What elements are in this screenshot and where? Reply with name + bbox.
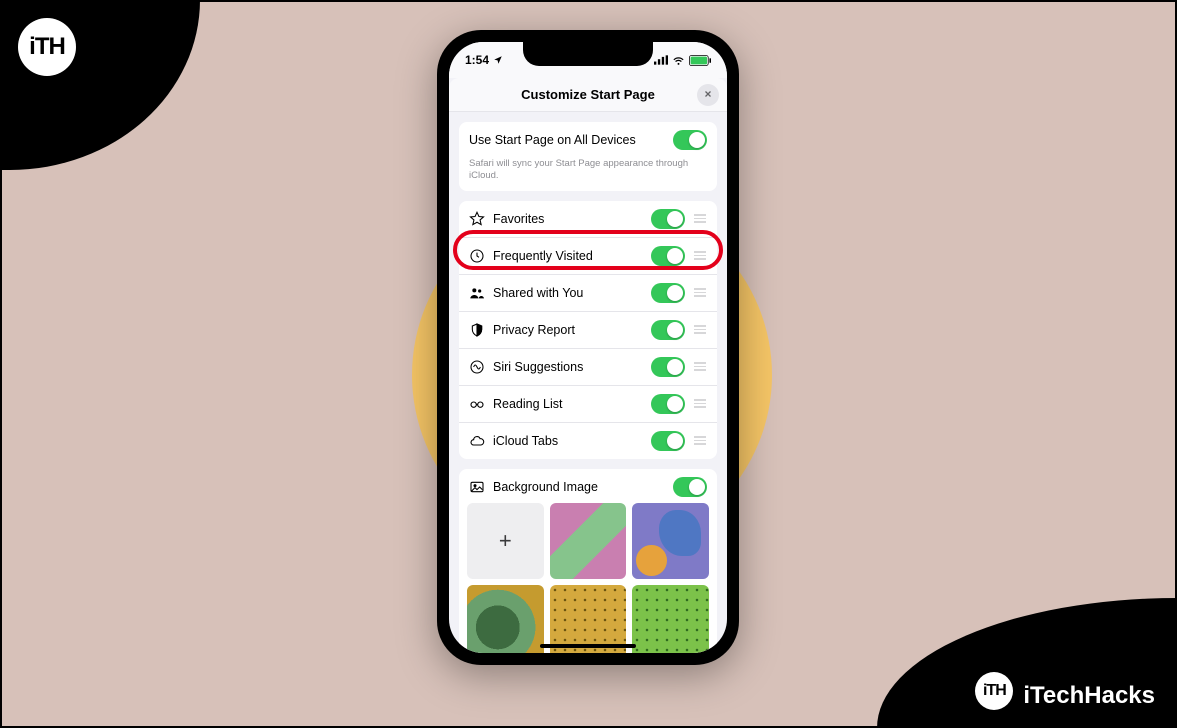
sync-toggle[interactable] bbox=[673, 130, 707, 150]
background-image-toggle[interactable] bbox=[673, 477, 707, 497]
row-privacy-report[interactable]: Privacy Report bbox=[459, 311, 717, 348]
background-grid: + bbox=[459, 503, 717, 653]
row-siri-suggestions[interactable]: Siri Suggestions bbox=[459, 348, 717, 385]
brand-corner-bottom-right: iTH iTechHacks bbox=[877, 598, 1177, 728]
row-label: Frequently Visited bbox=[493, 249, 643, 263]
row-favorites[interactable]: Favorites bbox=[459, 201, 717, 237]
row-reading-list[interactable]: Reading List bbox=[459, 385, 717, 422]
location-icon bbox=[493, 55, 503, 65]
drag-handle-icon[interactable] bbox=[693, 325, 707, 334]
reading-list-toggle[interactable] bbox=[651, 394, 685, 414]
row-label: Reading List bbox=[493, 397, 643, 411]
siri-suggestions-toggle[interactable] bbox=[651, 357, 685, 377]
background-image-label: Background Image bbox=[493, 480, 665, 494]
brand-logo-icon: iTH bbox=[975, 672, 1013, 710]
favorites-toggle[interactable] bbox=[651, 209, 685, 229]
row-frequently-visited[interactable]: Frequently Visited bbox=[459, 237, 717, 274]
features-group: Favorites Frequently Visited bbox=[459, 201, 717, 459]
battery-icon bbox=[689, 55, 711, 66]
status-time: 1:54 bbox=[465, 53, 489, 67]
brand-name-text: iTechHacks bbox=[1023, 682, 1155, 710]
drag-handle-icon[interactable] bbox=[693, 214, 707, 223]
plus-icon: + bbox=[499, 528, 512, 554]
home-indicator[interactable] bbox=[540, 644, 636, 648]
row-shared-with-you[interactable]: Shared with You bbox=[459, 274, 717, 311]
shield-icon bbox=[469, 322, 485, 338]
phone-notch bbox=[523, 42, 653, 66]
row-label: iCloud Tabs bbox=[493, 434, 643, 448]
image-icon bbox=[469, 479, 485, 495]
frequently-visited-toggle[interactable] bbox=[651, 246, 685, 266]
drag-handle-icon[interactable] bbox=[693, 436, 707, 445]
phone-screen: 1:54 Customize Start Page bbox=[449, 42, 727, 653]
background-tile[interactable] bbox=[550, 503, 627, 580]
glasses-icon bbox=[469, 396, 485, 412]
row-label: Siri Suggestions bbox=[493, 360, 643, 374]
background-tile[interactable] bbox=[467, 585, 544, 653]
row-label: Shared with You bbox=[493, 286, 643, 300]
drag-handle-icon[interactable] bbox=[693, 399, 707, 408]
background-tile[interactable] bbox=[632, 503, 709, 580]
close-button[interactable] bbox=[697, 84, 719, 106]
drag-handle-icon[interactable] bbox=[693, 362, 707, 371]
brand-logo-icon: iTH bbox=[18, 18, 76, 76]
brand-corner-top-left: iTH bbox=[0, 0, 200, 170]
sync-footnote: Safari will sync your Start Page appeara… bbox=[459, 158, 717, 191]
privacy-report-toggle[interactable] bbox=[651, 320, 685, 340]
background-add-tile[interactable]: + bbox=[467, 503, 544, 580]
drag-handle-icon[interactable] bbox=[693, 288, 707, 297]
close-icon bbox=[703, 87, 713, 102]
background-tile[interactable] bbox=[632, 585, 709, 653]
phone-frame: 1:54 Customize Start Page bbox=[437, 30, 739, 665]
siri-icon bbox=[469, 359, 485, 375]
background-image-row[interactable]: Background Image bbox=[459, 469, 717, 503]
cloud-icon bbox=[469, 433, 485, 449]
wifi-icon bbox=[672, 54, 685, 67]
row-label: Favorites bbox=[493, 212, 643, 226]
cellular-signal-icon bbox=[654, 55, 668, 65]
row-label: Privacy Report bbox=[493, 323, 643, 337]
sync-group: Use Start Page on All Devices Safari wil… bbox=[459, 122, 717, 191]
star-icon bbox=[469, 211, 485, 227]
row-icloud-tabs[interactable]: iCloud Tabs bbox=[459, 422, 717, 459]
drag-handle-icon[interactable] bbox=[693, 251, 707, 260]
sync-label: Use Start Page on All Devices bbox=[469, 133, 665, 147]
people-icon bbox=[469, 285, 485, 301]
clock-icon bbox=[469, 248, 485, 264]
background-tile[interactable] bbox=[550, 585, 627, 653]
sheet-header: Customize Start Page bbox=[449, 78, 727, 112]
sheet-content[interactable]: Use Start Page on All Devices Safari wil… bbox=[449, 112, 727, 653]
shared-with-you-toggle[interactable] bbox=[651, 283, 685, 303]
icloud-tabs-toggle[interactable] bbox=[651, 431, 685, 451]
sync-row[interactable]: Use Start Page on All Devices bbox=[459, 122, 717, 158]
sheet-title: Customize Start Page bbox=[521, 87, 655, 102]
